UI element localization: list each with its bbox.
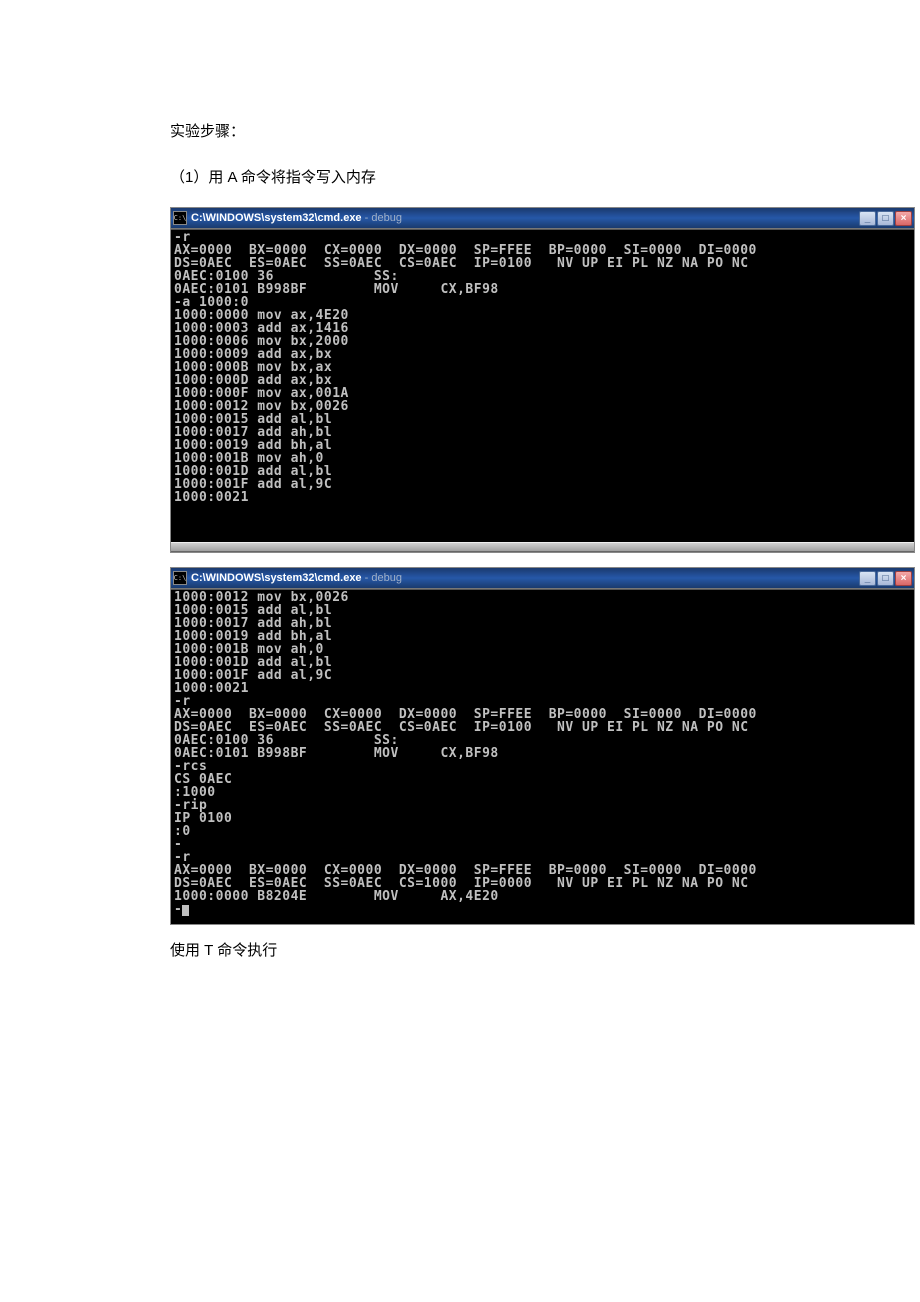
title-app: debug — [371, 212, 402, 224]
title-path: C:\WINDOWS\system32\cmd.exe — [191, 212, 362, 224]
maximize-button[interactable]: □ — [877, 571, 894, 586]
cmd-icon: C:\ — [173, 571, 187, 585]
title-sep: - — [362, 212, 372, 224]
title-app: debug — [371, 572, 402, 584]
close-button[interactable]: × — [895, 211, 912, 226]
cmd-window-2: C:\ C:\WINDOWS\system32\cmd.exe - debug … — [170, 567, 915, 925]
window-controls-2: _ □ × — [859, 571, 912, 586]
titlebar-2[interactable]: C:\ C:\WINDOWS\system32\cmd.exe - debug … — [171, 568, 914, 588]
cursor — [182, 905, 189, 916]
step-1-heading: （1）用 A 命令将指令写入内存 — [170, 166, 750, 187]
maximize-button[interactable]: □ — [877, 211, 894, 226]
title-text-1: C:\WINDOWS\system32\cmd.exe - debug — [191, 212, 859, 224]
minimize-button[interactable]: _ — [859, 211, 876, 226]
separator-bar — [171, 542, 914, 552]
steps-label: 实验步骤： — [170, 120, 750, 141]
terminal-body-2[interactable]: 1000:0012 mov bx,0026 1000:0015 add al,b… — [171, 590, 914, 924]
titlebar-1[interactable]: C:\ C:\WINDOWS\system32\cmd.exe - debug … — [171, 208, 914, 228]
close-button[interactable]: × — [895, 571, 912, 586]
terminal-body-1[interactable]: -r AX=0000 BX=0000 CX=0000 DX=0000 SP=FF… — [171, 230, 914, 538]
title-path: C:\WINDOWS\system32\cmd.exe — [191, 572, 362, 584]
window-controls-1: _ □ × — [859, 211, 912, 226]
title-sep: - — [362, 572, 372, 584]
footer-text: 使用 T 命令执行 — [170, 939, 750, 960]
title-text-2: C:\WINDOWS\system32\cmd.exe - debug — [191, 572, 859, 584]
cmd-icon: C:\ — [173, 211, 187, 225]
minimize-button[interactable]: _ — [859, 571, 876, 586]
cmd-window-1: C:\ C:\WINDOWS\system32\cmd.exe - debug … — [170, 207, 915, 553]
